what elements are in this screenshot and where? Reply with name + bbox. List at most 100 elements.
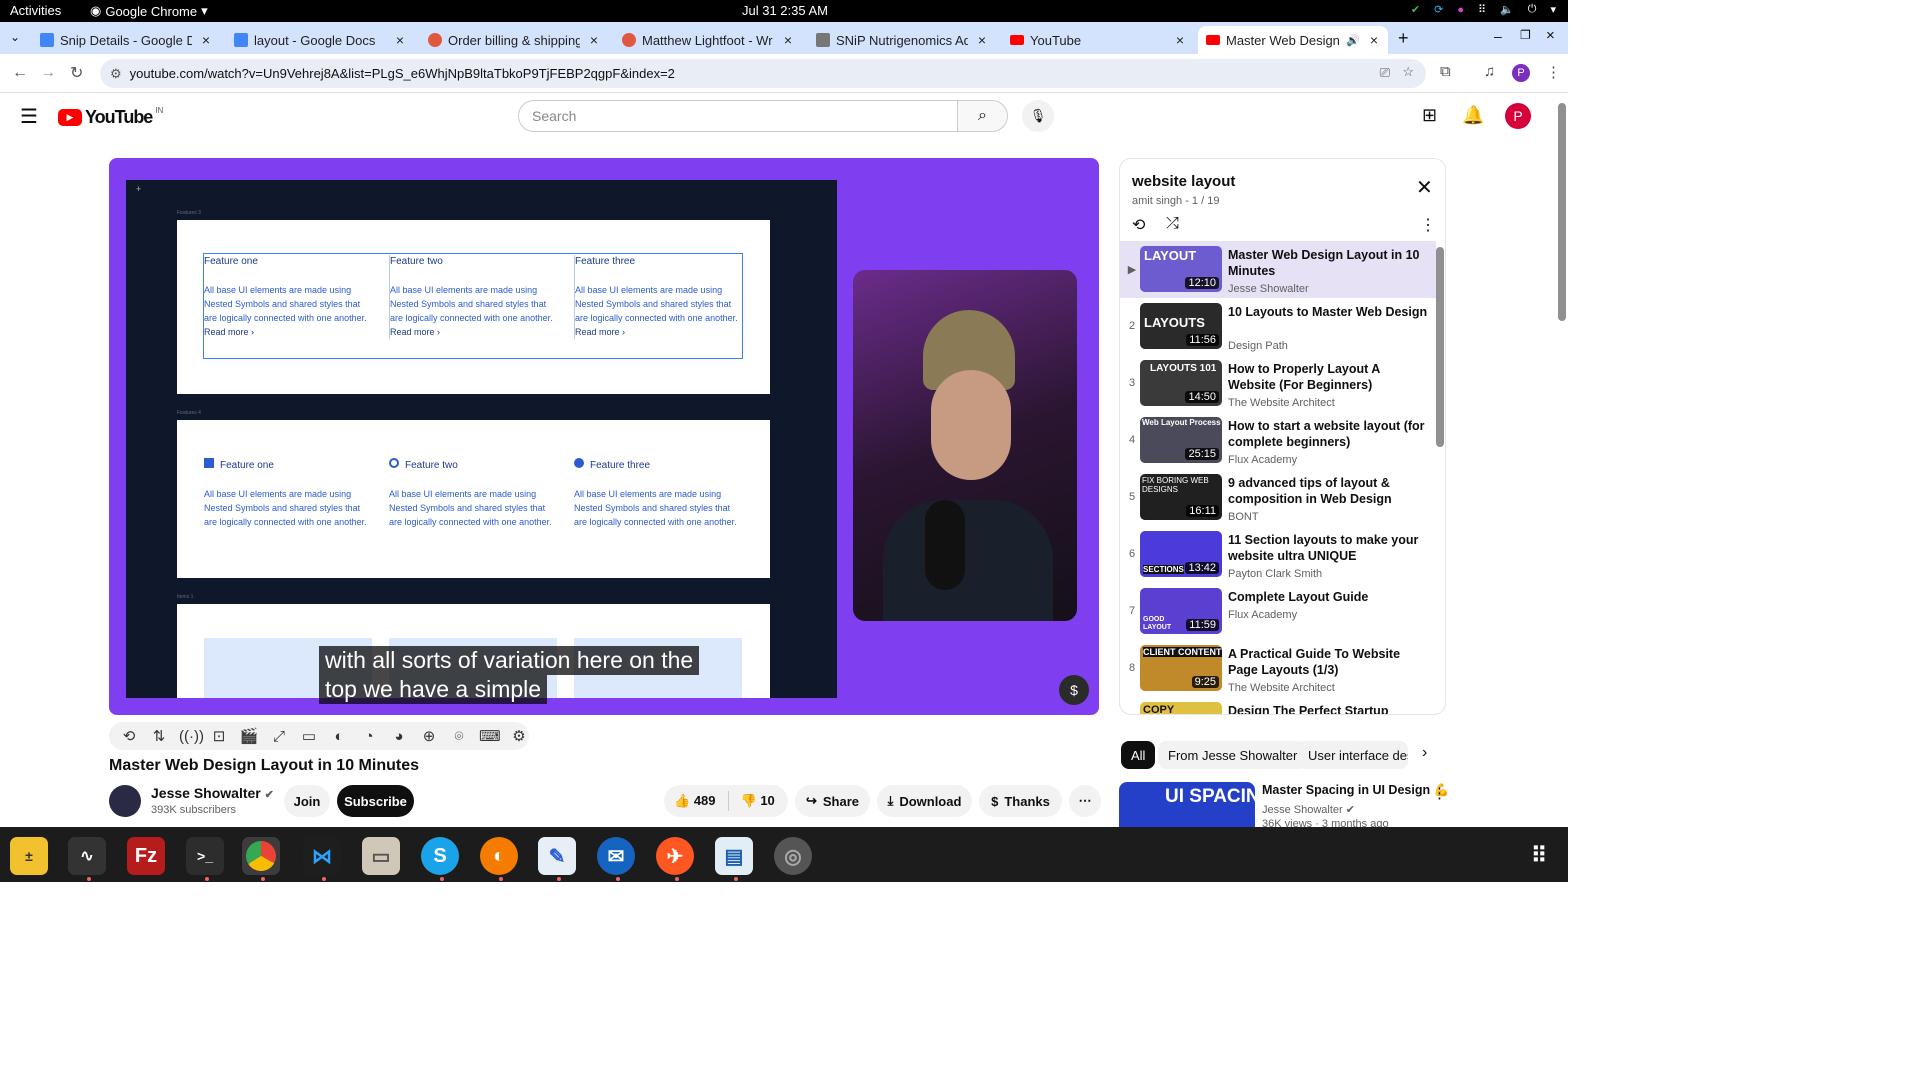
chrome-dock-icon[interactable] [242, 837, 280, 875]
new-tab-icon[interactable]: + [1398, 28, 1409, 49]
search-button[interactable]: ⌕ [957, 100, 1008, 132]
tab-matthew-lightfoot[interactable]: Matthew Lightfoot - Wr × [614, 26, 802, 54]
tab-youtube[interactable]: YouTube × [1002, 26, 1194, 54]
channel-watermark-icon[interactable]: $ [1059, 675, 1089, 705]
filezilla-icon[interactable]: Fz [127, 837, 165, 875]
quality-icon[interactable]: ◕ [389, 728, 409, 745]
playlist-item[interactable]: 4 Web Layout Process 25:15 How to start a w… [1120, 412, 1436, 469]
firefox-icon[interactable]: ◐ [480, 837, 518, 875]
media-controls-icon[interactable]: ♫ [1484, 63, 1495, 80]
app-grid-icon[interactable]: ⠿ [1520, 837, 1558, 875]
keyboard-icon[interactable]: ⌨ [479, 727, 501, 745]
tab-master-web-design[interactable]: Master Web Design L 🔊 × [1198, 26, 1388, 54]
sync-icon[interactable]: ⟳ [1434, 3, 1443, 16]
close-icon[interactable]: × [198, 32, 214, 48]
restore-icon[interactable]: ❐ [1520, 28, 1531, 42]
playlist-menu-icon[interactable]: ⋮ [1420, 215, 1436, 235]
video-player[interactable]: + Features 3 Feature one All base UI elem… [109, 158, 1099, 715]
screenshot-icon[interactable]: ⌾ [449, 728, 469, 745]
tab-order-billing[interactable]: Order billing & shipping × [420, 26, 608, 54]
menu-kebab-icon[interactable]: ⋮ [1546, 63, 1561, 81]
thanks-button[interactable]: $ Thanks [979, 785, 1062, 817]
reload-icon[interactable]: ↻ [70, 63, 83, 83]
postman-icon[interactable]: ✈ [656, 837, 694, 875]
clapper-icon[interactable]: 🎬 [239, 727, 259, 745]
related-video-thumbnail[interactable]: UI SPACING [1119, 782, 1255, 827]
playlist-item[interactable]: 3 LAYOUTS 101 14:50 How to Properly Layout … [1120, 355, 1436, 412]
playlist-item[interactable]: 6 SECTIONS 13:42 11 Section layouts to make… [1120, 526, 1436, 583]
profile-avatar[interactable]: P [1512, 64, 1530, 82]
create-video-icon[interactable]: ⊞ [1422, 105, 1437, 126]
close-icon[interactable]: × [392, 32, 408, 48]
forward-icon[interactable]: → [40, 64, 56, 82]
chip-from-channel[interactable]: From Jesse Showalter [1158, 741, 1308, 769]
broadcast-icon[interactable]: ((·)) [179, 728, 204, 745]
close-icon[interactable]: × [586, 32, 602, 48]
share-button[interactable]: ↪ Share [795, 785, 870, 817]
effects-icon[interactable]: ◐ [329, 728, 349, 745]
system-tray[interactable]: ✔ ⟳ ● ⠿ 🔈 ⏻ ▾ [1411, 3, 1556, 16]
notifications-bell-icon[interactable]: 🔔 [1462, 105, 1484, 126]
voice-search-button[interactable]: 🎙 [1022, 100, 1054, 132]
files-icon[interactable]: ▭ [362, 837, 400, 875]
download-button[interactable]: ⤓ Download [877, 785, 972, 817]
chevron-down-icon[interactable]: ▾ [1550, 3, 1556, 16]
extensions-icon[interactable]: ⧉ [1440, 63, 1451, 80]
subscribe-button[interactable]: Subscribe [337, 785, 414, 817]
app-menu[interactable]: ◉ Google Chrome ▾ [90, 3, 208, 19]
check-icon[interactable]: ✔ [1411, 3, 1420, 16]
playlist-item[interactable]: 2 LAYOUTS 11:56 10 Layouts to Master Web De… [1120, 298, 1436, 355]
writer-icon[interactable]: ▤ [715, 837, 753, 875]
mini-player-icon[interactable]: ⊡ [209, 727, 229, 745]
shuffle-icon[interactable]: ⤮ [1166, 215, 1179, 233]
join-button[interactable]: Join [284, 785, 330, 817]
network-icon[interactable]: ⠿ [1478, 3, 1486, 16]
chip-all[interactable]: All [1121, 741, 1156, 769]
theater-icon[interactable]: ▭ [299, 727, 319, 745]
tab-layout-docs[interactable]: layout - Google Docs × [226, 26, 414, 54]
more-actions-button[interactable]: ⋯ [1069, 785, 1101, 817]
chevron-right-icon[interactable]: › [1422, 744, 1427, 762]
disk-icon[interactable]: ◎ [774, 837, 812, 875]
channel-name[interactable]: Jesse Showalter ✔ [151, 785, 274, 801]
loop-playlist-icon[interactable]: ⟲ [1132, 215, 1145, 235]
playlist-item[interactable]: 5 FIX BORING WEB DESIGNS 16:11 9 advanced t… [1120, 469, 1436, 526]
thunderbird-icon[interactable]: ✉ [597, 837, 635, 875]
site-info-icon[interactable]: ⚙ [110, 66, 122, 82]
playlist-item[interactable]: COPY Design The Perfect Startup [1120, 697, 1436, 714]
speed-icon[interactable]: ◔ [359, 728, 379, 745]
sort-icon[interactable]: ⇅ [149, 727, 169, 745]
chip-user-interface[interactable]: User interface desi [1298, 741, 1408, 769]
close-window-icon[interactable]: × [1546, 27, 1555, 44]
minimize-icon[interactable]: – [1494, 28, 1502, 44]
hamburger-menu-icon[interactable]: ☰ [20, 104, 38, 129]
playlist-item[interactable]: 7 GOOD LAYOUT 11:59 Complete Layout Guide Fl… [1120, 583, 1436, 640]
volume-icon[interactable]: 🔈 [1500, 3, 1514, 16]
loop-icon[interactable]: ⟲ [119, 727, 139, 745]
text-editor-icon[interactable]: ✎ [538, 837, 576, 875]
like-button[interactable]: 👍 489 [674, 793, 716, 809]
youtube-logo[interactable]: ▶ YouTube IN [58, 106, 163, 128]
audio-icon[interactable]: 🔊 [1346, 34, 1360, 47]
activities-button[interactable]: Activities [10, 3, 61, 18]
playlist-scrollbar[interactable] [1436, 247, 1444, 447]
bookmark-star-icon[interactable]: ☆ [1402, 64, 1414, 80]
skype-icon[interactable]: S [421, 837, 459, 875]
close-icon[interactable]: × [1366, 32, 1382, 48]
address-bar[interactable]: ⚙ youtube.com/watch?v=Un9Vehrej8A&list=P… [100, 59, 1426, 88]
close-icon[interactable]: × [1172, 32, 1188, 48]
search-input[interactable]: Search [518, 100, 958, 132]
power-icon[interactable]: ⏻ [1528, 3, 1537, 16]
tab-search-icon[interactable]: ⌄ [10, 30, 20, 44]
install-app-icon[interactable]: ⎚ [1380, 65, 1390, 81]
add-screen-icon[interactable]: ⊕ [419, 727, 439, 745]
settings-gear-icon[interactable]: ⚙ [509, 727, 529, 745]
clock[interactable]: Jul 31 2:35 AM [742, 3, 828, 18]
playlist-item[interactable]: 8 CLIENT CONTENT 9:25 A Practical Guide To … [1120, 640, 1436, 697]
tab-snip-admin[interactable]: SNiP Nutrigenomics Adm × [808, 26, 996, 54]
vscode-icon[interactable]: ⋈ [303, 837, 341, 875]
playlist-title[interactable]: website layout [1132, 173, 1235, 190]
related-menu-icon[interactable]: ⋮ [1432, 784, 1447, 802]
close-icon[interactable]: × [780, 32, 796, 48]
page-scrollbar[interactable] [1558, 103, 1566, 321]
